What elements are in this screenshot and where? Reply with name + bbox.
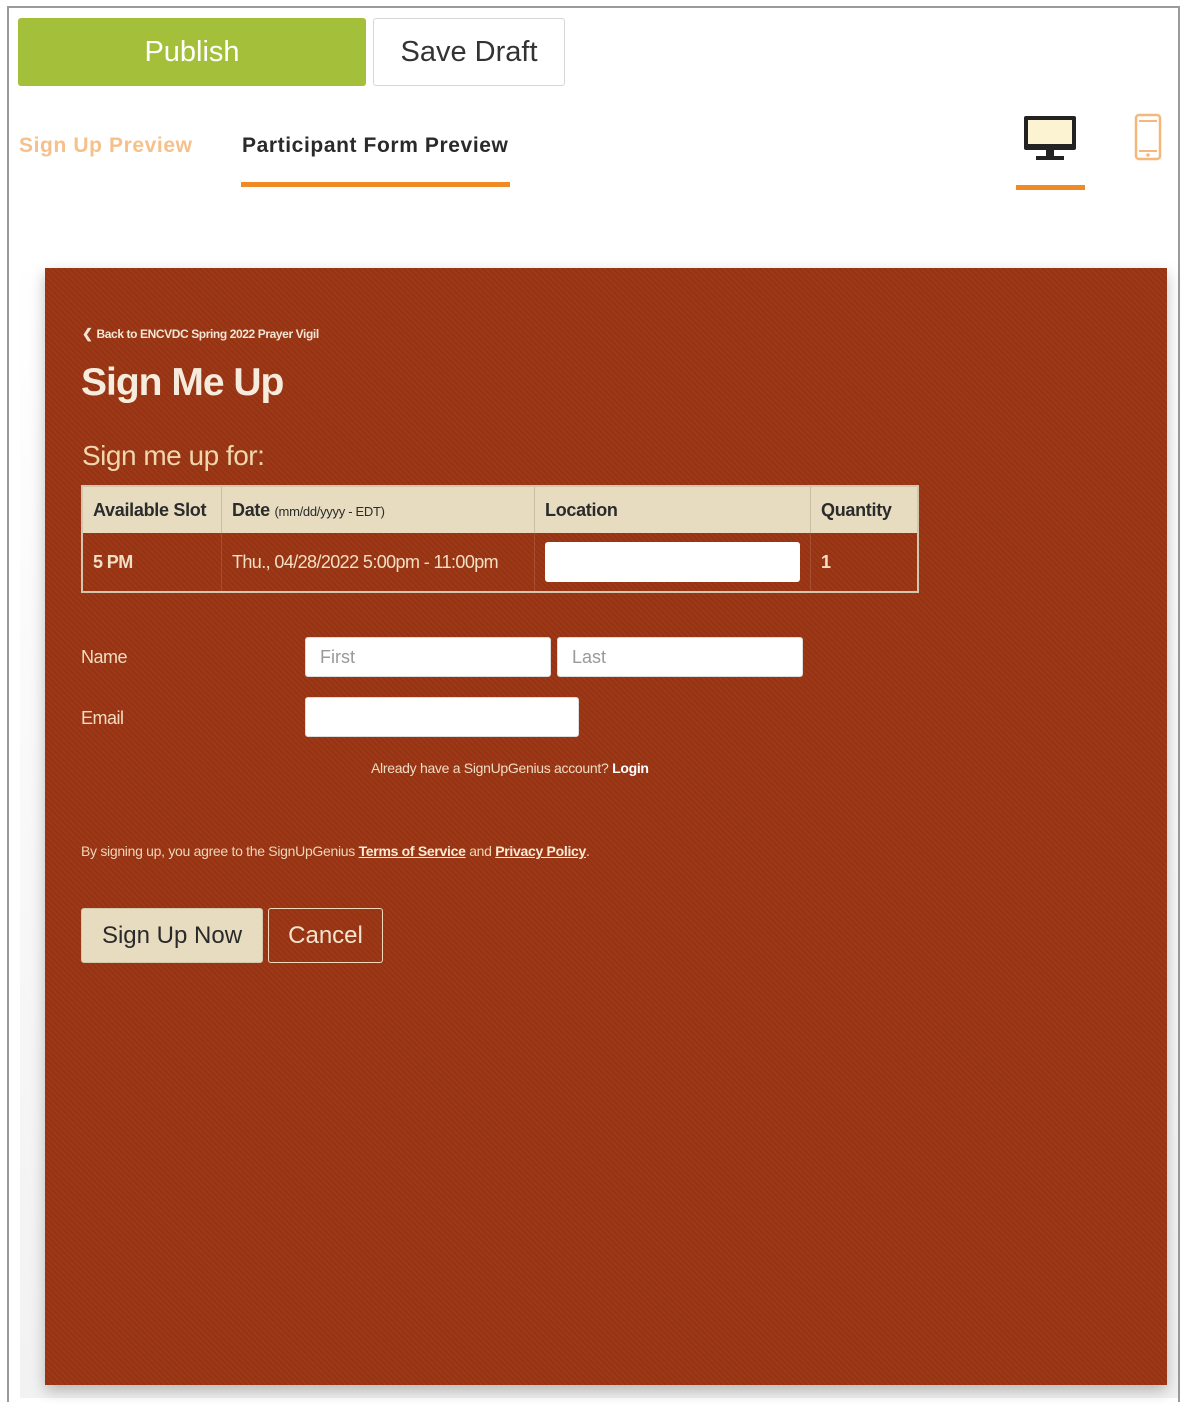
table-row: 5 PM Thu., 04/28/2022 5:00pm - 11:00pm 1 xyxy=(82,533,919,592)
email-input[interactable] xyxy=(305,697,579,737)
column-header-quantity-label: Quantity xyxy=(821,499,892,520)
publish-button[interactable]: Publish xyxy=(18,18,366,86)
save-draft-button[interactable]: Save Draft xyxy=(373,18,565,86)
tab-sign-up-preview[interactable]: Sign Up Preview xyxy=(19,134,193,158)
quantity-cell: 1 xyxy=(810,533,919,592)
mobile-icon[interactable] xyxy=(1134,113,1162,161)
first-name-input[interactable] xyxy=(305,637,551,677)
login-prompt-text: Already have a SignUpGenius account? xyxy=(371,760,609,776)
back-link[interactable]: ❮ Back to ENCVDC Spring 2022 Prayer Vigil xyxy=(82,326,319,342)
column-header-slot-label: Available Slot xyxy=(93,499,207,520)
column-header-location: Location xyxy=(534,486,811,533)
login-link[interactable]: Login xyxy=(612,760,649,776)
terms-suffix: . xyxy=(586,843,590,859)
column-header-slot: Available Slot xyxy=(82,486,222,533)
page-title: Sign Me Up xyxy=(81,361,284,404)
cancel-button[interactable]: Cancel xyxy=(268,908,383,963)
tab-participant-form-preview[interactable]: Participant Form Preview xyxy=(242,134,508,158)
terms-notice: By signing up, you agree to the SignUpGe… xyxy=(81,843,590,859)
column-header-date: Date (mm/dd/yyyy - EDT) xyxy=(221,486,535,533)
email-label: Email xyxy=(81,708,124,728)
desktop-icon[interactable] xyxy=(1022,114,1078,162)
form-preview-panel xyxy=(45,268,1167,1385)
column-header-date-label: Date xyxy=(232,499,270,520)
terms-and: and xyxy=(469,843,492,859)
column-header-quantity: Quantity xyxy=(810,486,919,533)
last-name-input[interactable] xyxy=(557,637,803,677)
location-input[interactable] xyxy=(545,542,800,582)
location-cell xyxy=(534,533,811,592)
terms-prefix: By signing up, you agree to the SignUpGe… xyxy=(81,843,355,859)
privacy-policy-link[interactable]: Privacy Policy xyxy=(495,843,586,859)
slots-table: Available Slot Date (mm/dd/yyyy - EDT) L… xyxy=(81,485,919,593)
date-cell: Thu., 04/28/2022 5:00pm - 11:00pm xyxy=(221,533,535,592)
name-label: Name xyxy=(81,647,128,667)
sign-up-now-button[interactable]: Sign Up Now xyxy=(81,908,263,963)
column-header-location-label: Location xyxy=(545,499,618,520)
terms-of-service-link[interactable]: Terms of Service xyxy=(359,843,466,859)
active-tab-indicator xyxy=(241,182,510,187)
chevron-left-icon: ❮ xyxy=(82,326,93,341)
date-format-hint: (mm/dd/yyyy - EDT) xyxy=(274,503,385,519)
slot-cell: 5 PM xyxy=(82,533,222,592)
login-prompt: Already have a SignUpGenius account? Log… xyxy=(371,760,649,776)
back-link-label: Back to ENCVDC Spring 2022 Prayer Vigil xyxy=(96,327,320,341)
active-device-indicator xyxy=(1016,185,1085,190)
section-subtitle: Sign me up for: xyxy=(82,440,265,471)
